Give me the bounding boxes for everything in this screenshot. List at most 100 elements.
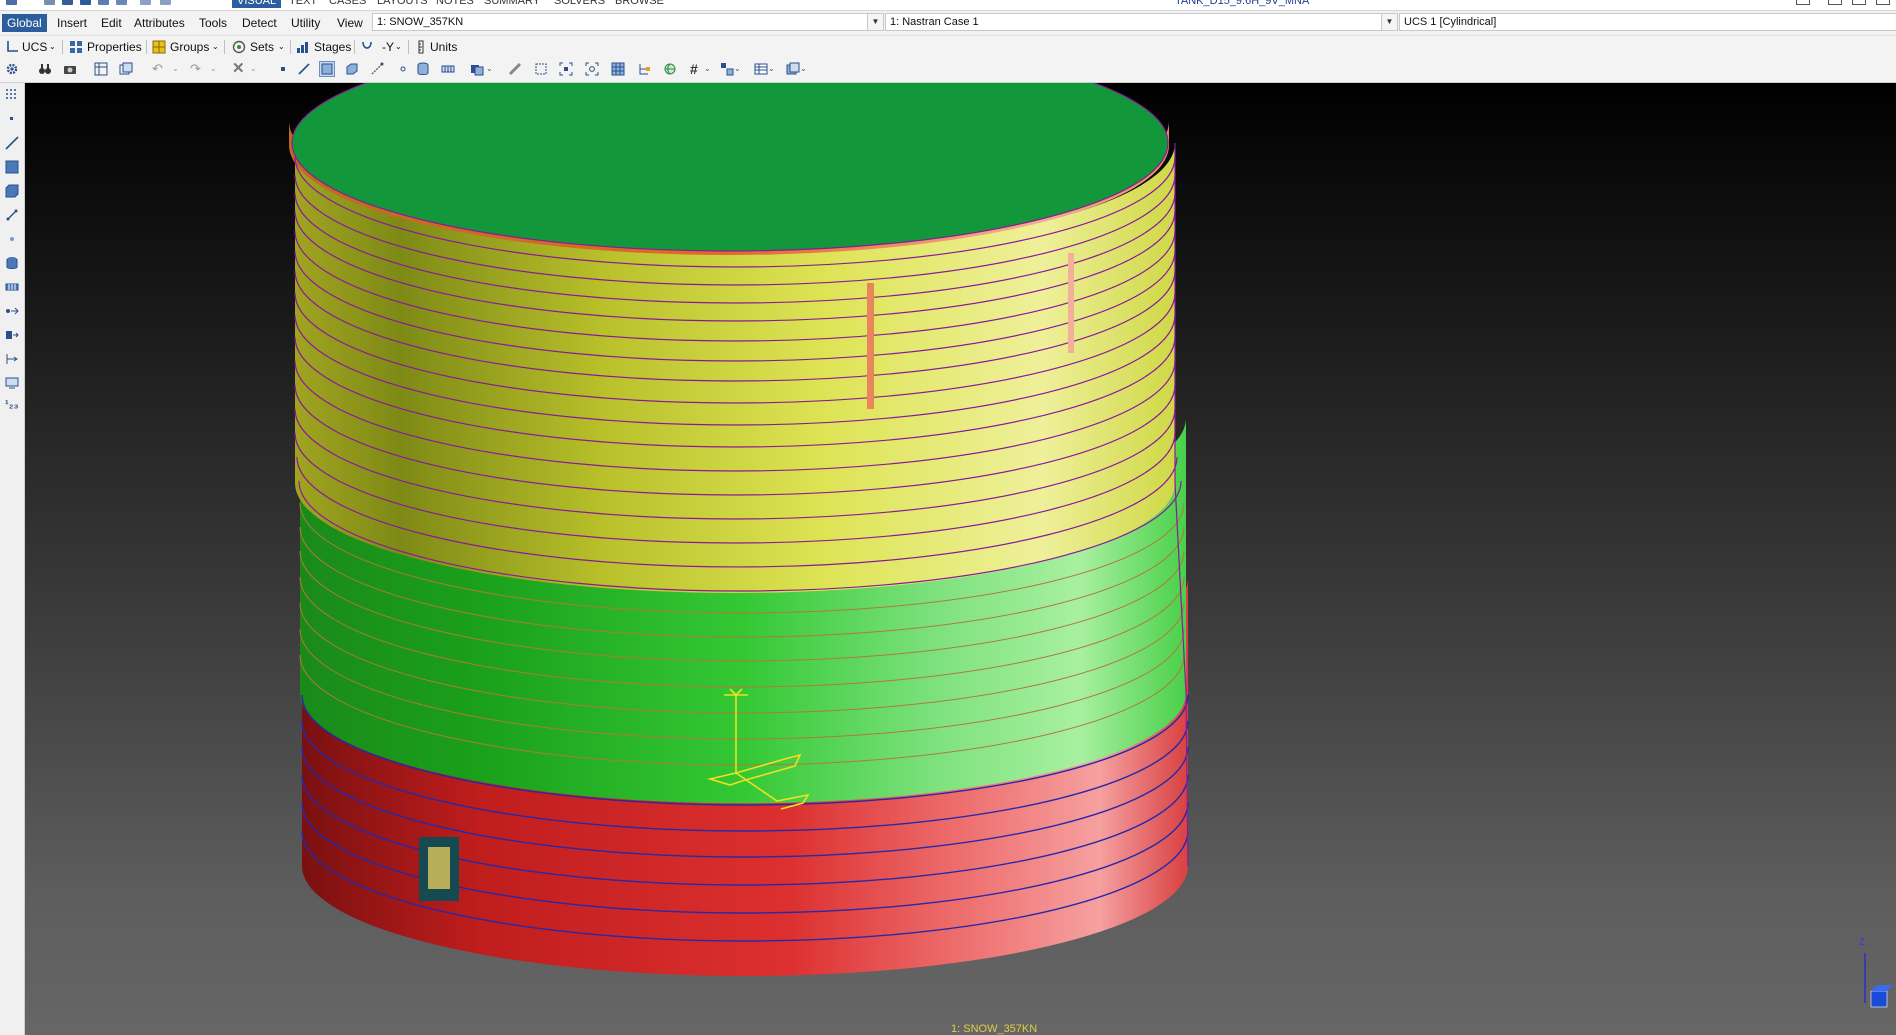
chevron-down-icon[interactable]: ⌄: [49, 38, 56, 56]
chevron-down-icon[interactable]: ⌄: [768, 62, 782, 76]
analysis-case-select[interactable]: 1: Nastran Case 1 ▼: [885, 13, 1398, 31]
delete-icon[interactable]: ✕: [232, 61, 246, 76]
chevron-down-icon[interactable]: ⌄: [250, 62, 264, 76]
undo-history-icon[interactable]: [140, 0, 151, 5]
ribbon-tab-visual[interactable]: VISUAL: [232, 0, 282, 8]
arrow-connect-icon[interactable]: [5, 304, 19, 318]
chevron-down-icon[interactable]: ▼: [867, 14, 883, 30]
menu-insert[interactable]: Insert: [52, 14, 92, 32]
mesh-icon[interactable]: [5, 280, 19, 294]
chevron-down-icon[interactable]: ⌄: [800, 62, 814, 76]
coord-system-value: UCS 1 [Cylindrical]: [1404, 16, 1497, 28]
close-button[interactable]: [1876, 0, 1890, 5]
screen-icon[interactable]: [5, 376, 19, 390]
binoculars-icon[interactable]: [38, 62, 52, 76]
new-file-icon[interactable]: [44, 0, 55, 5]
zoom-fit-icon[interactable]: [559, 62, 573, 76]
cylinder-icon[interactable]: [416, 62, 430, 76]
menu-edit[interactable]: Edit: [96, 14, 127, 32]
menu-tools[interactable]: Tools: [194, 14, 232, 32]
load-set-value: 1: SNOW_357KN: [377, 16, 464, 28]
save-icon[interactable]: [80, 0, 91, 5]
ribbon-tab-notes[interactable]: NOTES: [431, 0, 479, 8]
stages-button[interactable]: Stages: [314, 38, 351, 56]
print-icon[interactable]: [116, 0, 127, 5]
ribbon-tab-cases[interactable]: CASES: [324, 0, 371, 8]
plate-icon[interactable]: [319, 61, 335, 77]
sets-button[interactable]: Sets: [250, 38, 274, 56]
chevron-down-icon[interactable]: ⌄: [704, 62, 718, 76]
vertex-icon[interactable]: [5, 232, 19, 246]
tree-icon[interactable]: [637, 62, 651, 76]
chevron-down-icon[interactable]: ⌄: [486, 62, 500, 76]
menu-attributes[interactable]: Attributes: [129, 14, 190, 32]
ribbon-tab-summary[interactable]: SUMMARY: [479, 0, 545, 8]
beam-icon[interactable]: [5, 136, 19, 150]
camera-icon[interactable]: [63, 62, 77, 76]
numbering-icon[interactable]: #: [690, 62, 704, 76]
line-icon[interactable]: [297, 62, 311, 76]
zoom-window-icon[interactable]: [585, 62, 599, 76]
link-icon[interactable]: [370, 62, 384, 76]
redo-icon[interactable]: ↷: [190, 62, 204, 76]
menu-view[interactable]: View: [332, 14, 368, 32]
mesh-icon[interactable]: [441, 62, 455, 76]
view-direction-button[interactable]: -Y: [382, 38, 394, 56]
numbering-icon[interactable]: ¹₂₃: [5, 398, 19, 412]
ribbon-tab-browse[interactable]: BROWSE: [610, 0, 669, 8]
model-viewport[interactable]: Z 1: SNOW_357KN: [25, 83, 1896, 1035]
menu-detect[interactable]: Detect: [237, 14, 282, 32]
settings-gear-icon[interactable]: [5, 62, 19, 76]
node-icon[interactable]: [396, 62, 410, 76]
select-box-icon[interactable]: [534, 62, 548, 76]
dimension-icon[interactable]: [5, 352, 19, 366]
menu-global[interactable]: Global: [2, 14, 47, 32]
extrude-icon[interactable]: [5, 328, 19, 342]
ribbon-tab-layouts[interactable]: LAYOUTS: [372, 0, 433, 8]
left-toolbar: ¹₂₃: [0, 83, 25, 1035]
table-icon[interactable]: [754, 62, 768, 76]
chevron-down-icon[interactable]: ▼: [1381, 14, 1397, 30]
copy-view-icon[interactable]: [119, 62, 133, 76]
model-info-icon[interactable]: [94, 62, 108, 76]
chevron-down-icon[interactable]: ⌄: [210, 62, 224, 76]
restore-button[interactable]: [1828, 0, 1842, 5]
units-button[interactable]: Units: [430, 38, 457, 56]
brick-icon[interactable]: [345, 62, 359, 76]
chevron-down-icon[interactable]: ⌄: [212, 38, 219, 56]
windows-icon[interactable]: [786, 62, 800, 76]
plate-icon[interactable]: [5, 160, 19, 174]
analysis-case-value: 1: Nastran Case 1: [890, 16, 979, 28]
layout-icon[interactable]: [720, 62, 734, 76]
ucs-button[interactable]: UCS: [22, 38, 47, 56]
measure-icon[interactable]: [508, 62, 522, 76]
sphere-icon[interactable]: [663, 62, 677, 76]
cylinder-icon[interactable]: [5, 256, 19, 270]
load-set-select[interactable]: 1: SNOW_357KN ▼: [372, 13, 884, 31]
menu-utility[interactable]: Utility: [286, 14, 325, 32]
grid-icon[interactable]: [611, 62, 625, 76]
help-button[interactable]: [1796, 0, 1810, 5]
open-file-icon[interactable]: [62, 0, 73, 5]
chevron-down-icon[interactable]: ⌄: [278, 38, 285, 56]
app-menu-icon[interactable]: [6, 0, 17, 5]
groups-button[interactable]: Groups: [170, 38, 209, 56]
visibility-icon[interactable]: [470, 62, 484, 76]
properties-button[interactable]: Properties: [87, 38, 142, 56]
stiffener-right: [1068, 253, 1074, 353]
save-as-icon[interactable]: [98, 0, 109, 5]
point-icon[interactable]: [276, 62, 290, 76]
ribbon-tab-text[interactable]: TEXT: [284, 0, 322, 8]
chevron-down-icon[interactable]: ⌄: [734, 62, 748, 76]
link-icon[interactable]: [5, 208, 19, 222]
undo-icon[interactable]: ↶: [152, 62, 166, 76]
chevron-down-icon[interactable]: ⌄: [395, 38, 402, 56]
brick-icon[interactable]: [5, 184, 19, 198]
coord-system-select[interactable]: UCS 1 [Cylindrical]: [1399, 13, 1896, 31]
node-icon[interactable]: [5, 112, 19, 126]
minimize-button[interactable]: [1852, 0, 1866, 5]
chevron-down-icon[interactable]: ⌄: [172, 62, 186, 76]
ribbon-tab-solvers[interactable]: SOLVERS: [549, 0, 610, 8]
find-icon[interactable]: [160, 0, 171, 5]
dots-grid-icon[interactable]: [5, 88, 19, 102]
